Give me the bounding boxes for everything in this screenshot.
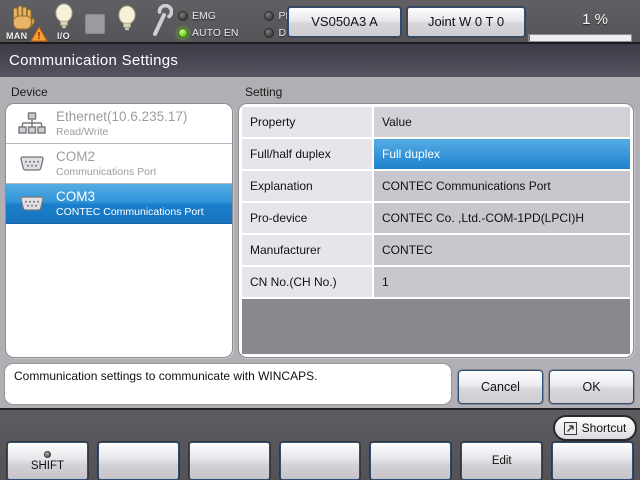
status-message-box: Communication settings to communicate wi… xyxy=(4,363,452,405)
device-description: CONTEC Communications Port xyxy=(56,206,204,218)
svg-text:!: ! xyxy=(37,31,40,42)
function-key-label: SHIFT xyxy=(31,460,64,472)
main-area: Device Ethernet(10.6.235.17) Read/Write … xyxy=(0,77,640,408)
ok-button[interactable]: OK xyxy=(549,370,634,404)
property-column-header: Property xyxy=(242,107,372,137)
function-key[interactable] xyxy=(280,442,361,480)
led-indicator-icon xyxy=(264,28,274,38)
setting-property: Explanation xyxy=(242,171,372,201)
function-key[interactable] xyxy=(189,442,270,480)
page-title: Communication Settings xyxy=(0,44,640,77)
wrench-icon xyxy=(147,4,173,43)
shortcut-button[interactable]: Shortcut xyxy=(553,415,637,441)
shortcut-button-label: Shortcut xyxy=(582,421,627,435)
shortcut-icon xyxy=(564,422,577,435)
device-description: Read/Write xyxy=(56,126,187,138)
io-label: I/O xyxy=(57,31,70,41)
led-indicator-icon xyxy=(178,11,188,21)
setting-row[interactable]: Full/half duplex Full duplex xyxy=(242,139,630,169)
setting-value[interactable]: 1 xyxy=(374,267,630,297)
coordinate-mode-button[interactable]: Joint W 0 T 0 xyxy=(407,7,525,37)
device-name: COM3 xyxy=(56,189,204,204)
function-key[interactable] xyxy=(370,442,451,480)
setting-row[interactable]: CN No.(CH No.) 1 xyxy=(242,267,630,297)
device-list-item[interactable]: Ethernet(10.6.235.17) Read/Write xyxy=(6,104,232,144)
setting-property: Full/half duplex xyxy=(242,139,372,169)
serial-port-icon xyxy=(16,156,48,172)
function-key-row: SHIFT Edit xyxy=(0,442,640,480)
setting-value[interactable]: CONTEC Co. ,Ltd.-COM-1PD(LPCI)H xyxy=(374,203,630,233)
speed-percentage: 1 % xyxy=(555,11,635,28)
setting-table-empty-area xyxy=(242,299,630,354)
shift-led-icon xyxy=(44,451,51,458)
function-key-label: Edit xyxy=(492,455,512,467)
setting-table-header: Property Value xyxy=(242,107,630,137)
function-key[interactable]: SHIFT xyxy=(7,442,88,480)
status-led: EMG xyxy=(178,9,238,23)
cancel-button[interactable]: Cancel xyxy=(458,370,543,404)
function-key[interactable] xyxy=(98,442,179,480)
teach-pendant-screen: MAN ! I/O xyxy=(0,0,640,480)
setting-table: Property Value Full/half duplex Full dup… xyxy=(238,103,634,358)
mode-label: MAN xyxy=(6,31,27,41)
top-status-bar: MAN ! I/O xyxy=(0,0,640,44)
led-label: EMG xyxy=(192,10,216,22)
device-list-item[interactable]: COM3 CONTEC Communications Port xyxy=(6,184,232,224)
function-key[interactable]: Edit xyxy=(461,442,542,480)
setting-property: Pro-device xyxy=(242,203,372,233)
device-panel-label: Device xyxy=(11,85,48,99)
setting-property: Manufacturer xyxy=(242,235,372,265)
led-indicator-icon xyxy=(178,28,188,38)
setting-value[interactable]: Full duplex xyxy=(374,139,630,169)
setting-row[interactable]: Explanation CONTEC Communications Port xyxy=(242,171,630,201)
device-list-item[interactable]: COM2 Communications Port xyxy=(6,144,232,184)
function-key[interactable] xyxy=(552,442,633,480)
stop-square-icon xyxy=(85,14,105,34)
speed-progress-bar xyxy=(528,34,632,42)
ethernet-icon xyxy=(16,112,48,136)
setting-value[interactable]: CONTEC xyxy=(374,235,630,265)
setting-value[interactable]: CONTEC Communications Port xyxy=(374,171,630,201)
setting-row[interactable]: Manufacturer CONTEC xyxy=(242,235,630,265)
lamp-icon xyxy=(116,5,138,37)
led-indicator-icon xyxy=(264,11,274,21)
serial-port-icon xyxy=(16,196,48,212)
led-label: AUTO EN xyxy=(192,27,238,39)
device-name: Ethernet(10.6.235.17) xyxy=(56,109,187,124)
setting-property: CN No.(CH No.) xyxy=(242,267,372,297)
setting-row[interactable]: Pro-device CONTEC Co. ,Ltd.-COM-1PD(LPCI… xyxy=(242,203,630,233)
device-name: COM2 xyxy=(56,149,156,164)
value-column-header: Value xyxy=(374,107,630,137)
speed-progress-fill xyxy=(529,35,530,41)
device-description: Communications Port xyxy=(56,166,156,178)
status-led: AUTO EN xyxy=(178,26,238,40)
robot-name-button[interactable]: VS050A3 A xyxy=(288,7,401,37)
bottom-bar: Shortcut SHIFT Edit xyxy=(0,408,640,480)
device-list: Ethernet(10.6.235.17) Read/Write COM2 Co… xyxy=(5,103,233,358)
setting-panel-label: Setting xyxy=(245,85,282,99)
